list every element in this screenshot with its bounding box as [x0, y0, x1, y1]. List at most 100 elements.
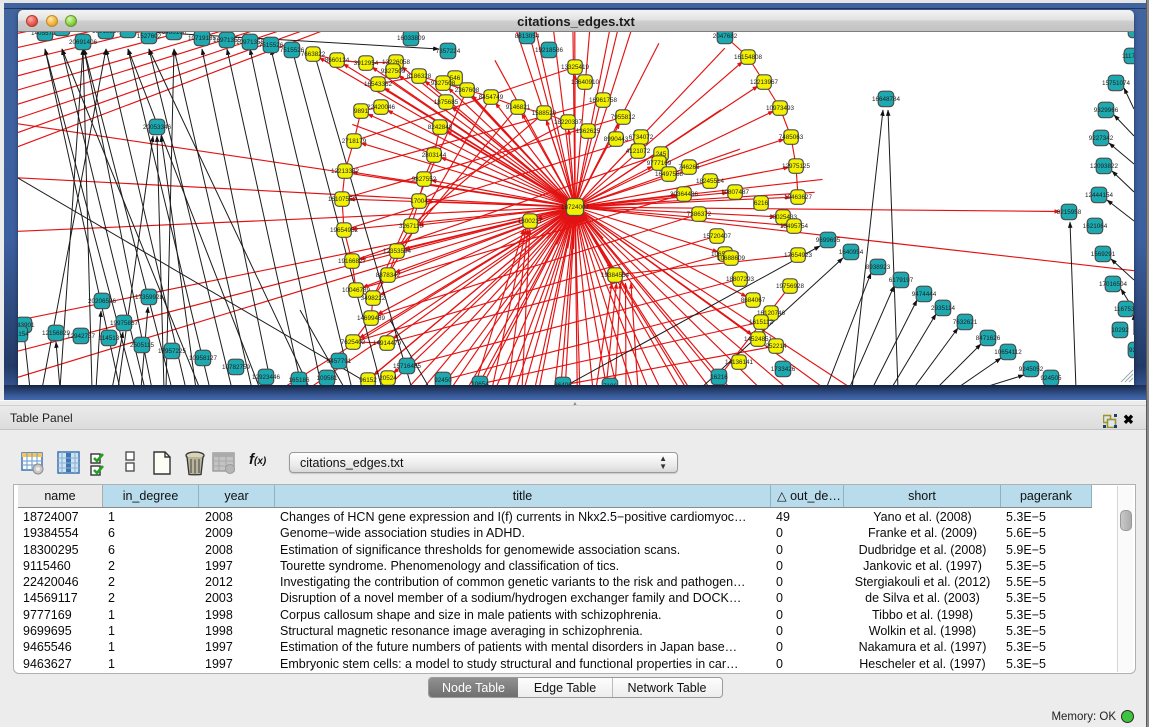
svg-text:19756928: 19756928: [776, 283, 805, 290]
svg-text:7625402: 7625402: [341, 339, 366, 346]
svg-text:16648784: 16648784: [872, 96, 901, 103]
svg-text:18807293: 18807293: [726, 276, 755, 283]
svg-text:9327509: 9327509: [381, 68, 406, 75]
svg-text:8684067: 8684067: [741, 297, 766, 304]
svg-text:10958127: 10958127: [189, 355, 218, 362]
svg-text:12923446: 12923446: [252, 374, 281, 381]
svg-text:1733426: 1733426: [771, 366, 796, 373]
svg-text:20053346: 20053346: [143, 124, 172, 131]
svg-text:7485063: 7485063: [779, 134, 804, 141]
svg-text:13495754: 13495754: [780, 223, 809, 230]
svg-text:13640910: 13640910: [571, 79, 600, 86]
svg-text:12093822: 12093822: [1090, 163, 1119, 170]
svg-text:252214: 252214: [765, 343, 787, 350]
svg-text:2803144: 2803144: [422, 152, 447, 159]
svg-text:39154: 39154: [18, 331, 29, 338]
svg-text:8454749: 8454749: [479, 94, 504, 101]
svg-text:18220337: 18220337: [554, 119, 583, 126]
svg-text:15751074: 15751074: [1102, 80, 1131, 87]
svg-text:8878342: 8878342: [376, 272, 401, 279]
svg-text:17654923: 17654923: [784, 252, 813, 259]
svg-text:9329966: 9329966: [1094, 107, 1119, 114]
svg-text:8186328: 8186328: [407, 73, 432, 80]
svg-text:2718179: 2718179: [342, 138, 367, 145]
svg-text:8813054: 8813054: [515, 33, 540, 40]
svg-text:9827552: 9827552: [412, 176, 437, 183]
svg-text:1167534: 1167534: [1114, 306, 1134, 313]
svg-text:18724007: 18724007: [561, 204, 590, 211]
svg-text:1527602: 1527602: [137, 33, 162, 40]
svg-text:9245052: 9245052: [1019, 366, 1044, 373]
svg-text:1569291: 1569291: [1091, 251, 1116, 258]
svg-text:7632621: 7632621: [953, 319, 978, 326]
svg-text:9699695: 9699695: [816, 237, 841, 244]
svg-text:9146821: 9146821: [506, 104, 531, 111]
svg-text:12353594: 12353594: [383, 248, 412, 255]
svg-text:2367608: 2367608: [455, 87, 480, 94]
svg-text:8990443: 8990443: [604, 136, 629, 143]
svg-text:4121072: 4121072: [626, 148, 651, 155]
svg-text:19975857: 19975857: [110, 320, 139, 327]
svg-text:20206536: 20206536: [88, 298, 117, 305]
svg-text:2505115: 2505115: [130, 342, 155, 349]
svg-text:15716485: 15716485: [393, 363, 422, 370]
svg-text:12213967: 12213967: [750, 79, 779, 86]
svg-text:12213382: 12213382: [331, 168, 360, 175]
svg-text:10463627: 10463627: [784, 194, 813, 201]
svg-text:10807487: 10807487: [721, 189, 750, 196]
svg-text:16216: 16216: [710, 374, 728, 381]
svg-text:924505: 924505: [1040, 375, 1062, 382]
svg-text:15720407: 15720407: [703, 233, 732, 240]
svg-text:6466160: 6466160: [162, 32, 187, 36]
svg-text:8660124: 8660124: [325, 57, 350, 64]
svg-text:165186: 165186: [288, 377, 310, 384]
svg-text:3267110: 3267110: [399, 223, 424, 230]
svg-text:3912954: 3912954: [354, 60, 379, 67]
svg-text:19384554: 19384554: [601, 272, 630, 279]
svg-text:16107552: 16107552: [328, 196, 357, 203]
svg-text:114513: 114513: [99, 335, 120, 342]
svg-text:12942737: 12942737: [67, 333, 96, 340]
svg-text:96152: 96152: [359, 377, 377, 384]
svg-text:11172: 11172: [1128, 32, 1134, 34]
svg-text:2047682: 2047682: [713, 33, 738, 40]
svg-text:16961758: 16961758: [589, 97, 618, 104]
svg-text:9227342: 9227342: [1089, 135, 1114, 142]
svg-text:17359928: 17359928: [135, 294, 164, 301]
svg-text:7386372: 7386372: [687, 211, 712, 218]
svg-text:10292: 10292: [1111, 327, 1129, 334]
svg-text:9891: 9891: [354, 108, 369, 115]
svg-text:16497568: 16497568: [655, 171, 684, 178]
svg-text:13325419: 13325419: [561, 64, 590, 71]
svg-text:1621064: 1621064: [1083, 223, 1108, 230]
svg-text:746266: 746266: [678, 164, 700, 171]
svg-text:6216: 6216: [754, 200, 769, 207]
svg-text:1640954: 1640954: [839, 249, 864, 256]
svg-text:10973493: 10973493: [766, 105, 795, 112]
svg-text:16154808: 16154808: [734, 54, 763, 61]
svg-text:7186: 7186: [603, 383, 618, 385]
svg-text:10688609: 10688609: [717, 255, 746, 262]
svg-text:1362625: 1362625: [576, 128, 601, 135]
svg-text:14524851: 14524851: [744, 336, 773, 343]
svg-text:8471626: 8471626: [976, 335, 1001, 342]
svg-text:1588520: 1588520: [532, 110, 557, 117]
svg-text:14699489: 14699489: [357, 315, 386, 322]
svg-text:109581: 109581: [316, 375, 338, 382]
svg-text:10654: 10654: [471, 381, 489, 385]
svg-text:9327508: 9327508: [431, 80, 456, 87]
svg-text:92450: 92450: [434, 377, 452, 384]
svg-text:20691406: 20691406: [69, 39, 98, 46]
svg-text:12975125: 12975125: [782, 163, 811, 170]
svg-text:86406: 86406: [554, 382, 572, 385]
svg-text:9457791: 9457791: [327, 358, 352, 365]
svg-text:18245514: 18245514: [696, 178, 725, 185]
svg-text:1300217: 1300217: [518, 218, 543, 225]
svg-text:19218586: 19218586: [535, 47, 564, 54]
svg-text:16543362: 16543362: [364, 81, 393, 88]
svg-text:6179197: 6179197: [889, 277, 914, 284]
svg-text:2935114: 2935114: [931, 305, 956, 312]
svg-text:9777169: 9777169: [647, 160, 672, 167]
svg-text:6734072: 6734072: [629, 134, 654, 141]
svg-text:19166827: 19166827: [338, 258, 367, 265]
